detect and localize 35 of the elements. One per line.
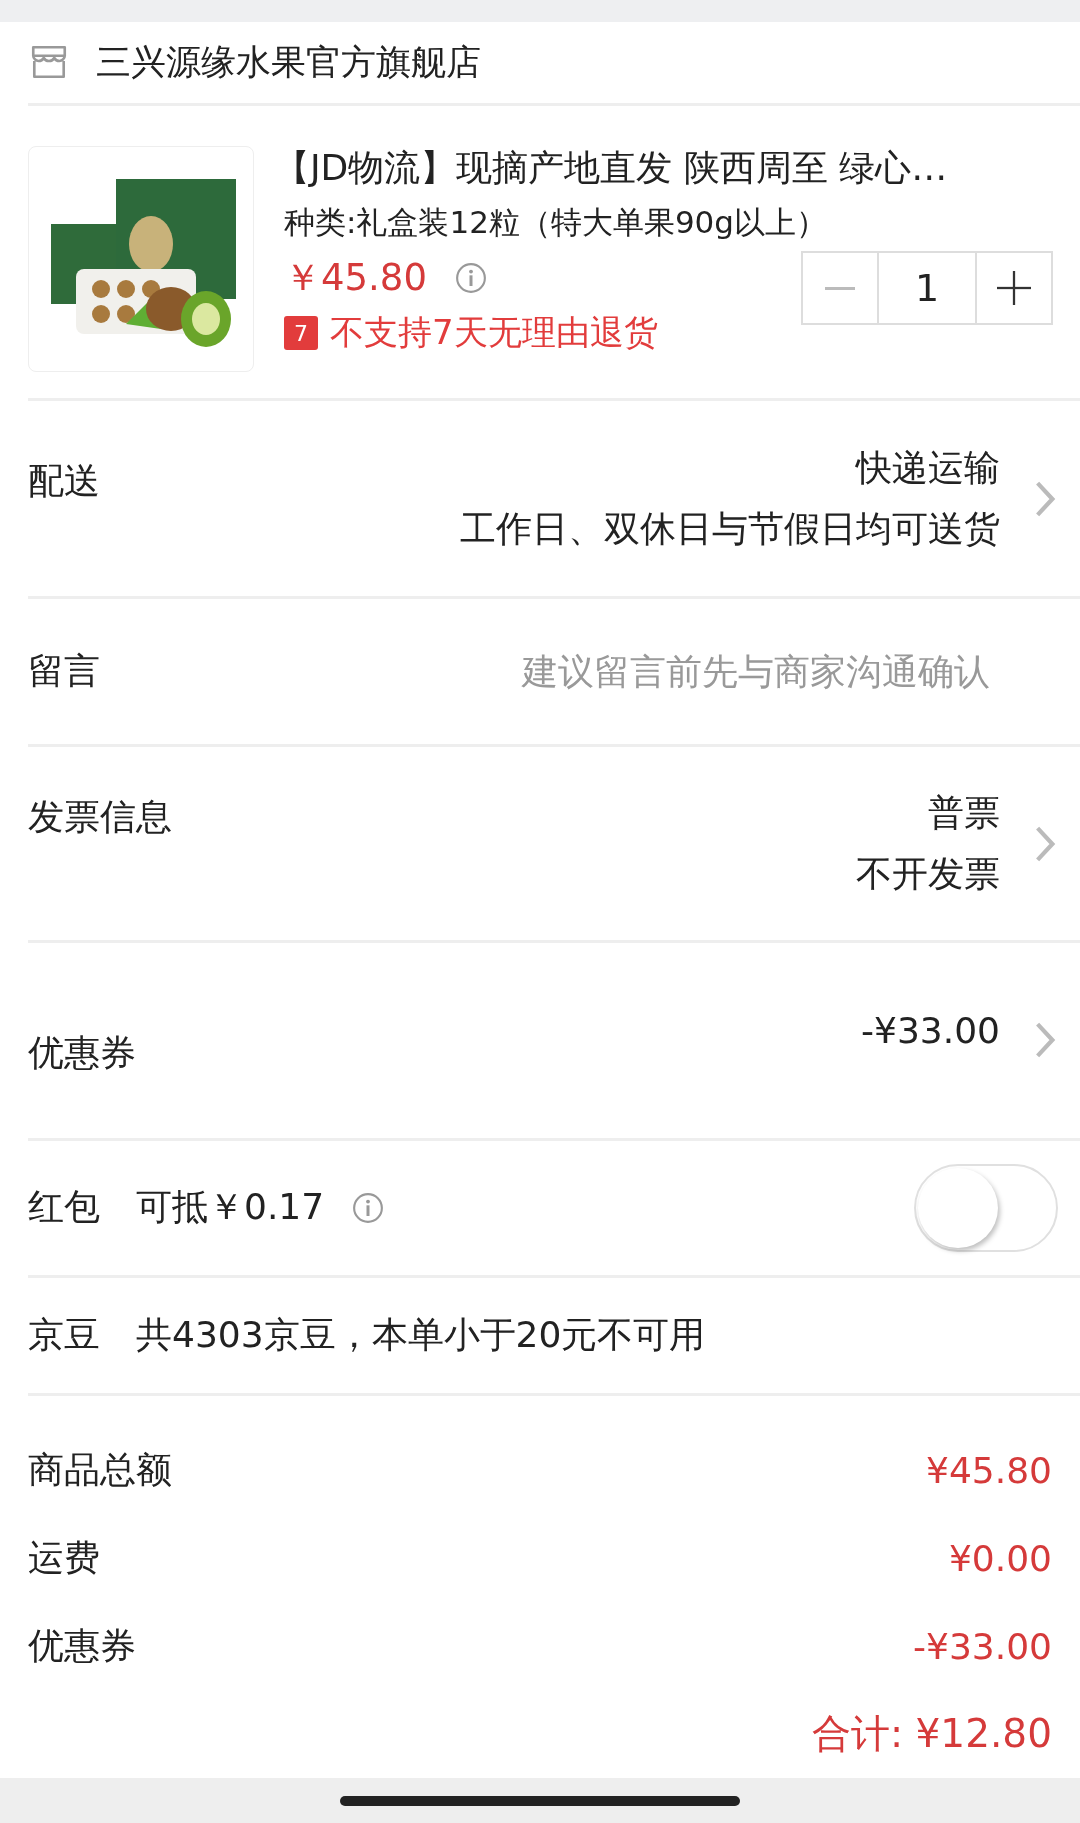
return-policy: 不支持7天无理由退货 [330,311,658,355]
delivery-method: 快递运输 [856,445,1000,490]
delivery-label: 配送 [28,458,100,503]
chevron-right-icon[interactable] [1034,824,1056,863]
order-total: 合计: ¥12.80 [812,1710,1052,1759]
info-icon[interactable] [454,262,487,295]
coupon-label: 优惠券 [28,1030,136,1075]
jingdou-label: 京豆 [28,1313,100,1358]
coupon-value: -¥33.00 [861,1009,1000,1051]
plus-icon [997,271,1031,306]
product-spec: 种类:礼盒装12粒（特大单果90g以上） [284,203,828,243]
invoice-detail: 不开发票 [856,851,1000,896]
summary-label: 商品总额 [28,1447,172,1492]
hongbao-label: 红包 [28,1185,100,1230]
message-field[interactable]: 建议留言前先与商家沟通确认 [288,650,992,694]
store-name[interactable]: 三兴源缘水果官方旗舰店 [96,38,481,86]
hongbao-deduct-amount: 可抵￥0.17 [136,1185,325,1230]
invoice-label: 发票信息 [28,794,172,839]
message-label: 留言 [28,649,100,694]
return-badge: 7 [284,316,318,351]
minus-icon [823,286,857,290]
invoice-type: 普票 [928,790,1000,835]
summary-value: ¥0.00 [948,1537,1052,1579]
product-title[interactable]: 【JD物流】现摘产地直发 陕西周至 绿心… [274,146,1080,191]
chevron-right-icon[interactable] [1034,479,1056,518]
summary-label: 优惠券 [28,1623,136,1668]
summary-value: ¥45.80 [926,1449,1052,1491]
product-price: ￥45.80 [284,255,427,302]
delivery-schedule: 工作日、双休日与节假日均可送货 [460,506,1000,551]
home-indicator[interactable] [340,1795,740,1806]
summary-value: -¥33.00 [913,1625,1052,1667]
jingdou-note: 共4303京豆，本单小于20元不可用 [136,1313,706,1358]
info-icon[interactable] [352,1192,385,1224]
chevron-right-icon[interactable] [1034,1021,1056,1060]
summary-label: 运费 [28,1535,100,1580]
